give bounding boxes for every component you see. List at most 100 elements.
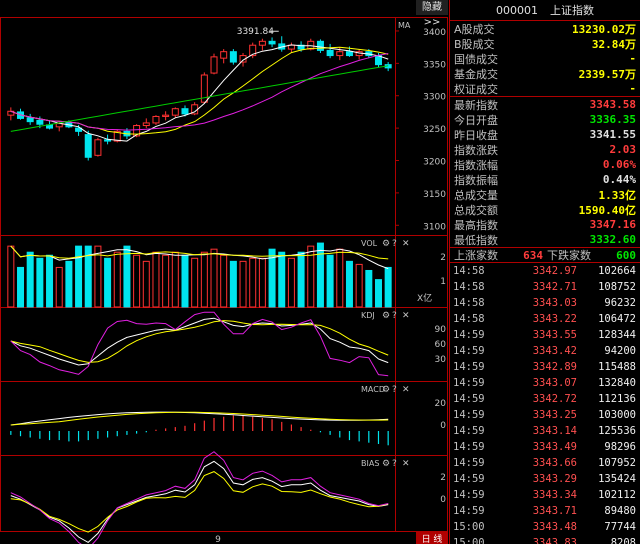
- period-label: 日 线: [422, 533, 443, 544]
- volume-bar: [133, 254, 141, 308]
- tick-time: 14:58: [453, 265, 485, 277]
- macd-y-tick: 20: [435, 399, 447, 409]
- volume-bar: [191, 257, 199, 308]
- tick-price: 3343.03: [532, 297, 577, 309]
- stock-name: 上证指数: [550, 4, 594, 17]
- index-row: 今日开盘 3336.35: [450, 112, 640, 127]
- index-row-label: 今日开盘: [454, 113, 498, 127]
- volume-bar: [258, 257, 266, 308]
- candle-up: [210, 56, 218, 74]
- vol-y-tick: 2: [440, 253, 446, 263]
- tick-row[interactable]: 14:59 3343.25 103000: [450, 407, 640, 423]
- index-row: 总成交额 1590.40亿: [450, 202, 640, 217]
- kdj-tool-icon: ?: [392, 311, 397, 321]
- tick-price: 3342.97: [532, 265, 577, 277]
- tick-row[interactable]: 14:59 3343.49 98296: [450, 439, 640, 455]
- vol-unit-label: X亿: [417, 292, 432, 304]
- kdj-d-line: [10, 320, 389, 363]
- kdj-tool-icon: ✕: [402, 311, 410, 321]
- bias-y-tick: 2: [440, 473, 446, 483]
- chart-area[interactable]: MA 3400 3350 3300 3250 3200 3150 3100 3391.84 VOL…: [0, 0, 448, 544]
- tick-row[interactable]: 14:59 3343.71 89480: [450, 503, 640, 519]
- index-row-label: 昨日收盘: [454, 128, 498, 142]
- tick-row[interactable]: 15:00 3343.48 77744: [450, 519, 640, 535]
- volume-bar: [229, 260, 237, 308]
- tick-row[interactable]: 14:58 3342.71 108752: [450, 279, 640, 295]
- ma60-line: [10, 65, 389, 132]
- candle-down: [181, 108, 189, 115]
- x-axis-label: 9: [215, 535, 221, 544]
- tick-price: 3343.29: [532, 473, 577, 485]
- tick-row[interactable]: 14:58 3343.22 106472: [450, 311, 640, 327]
- tick-volume: 108752: [598, 281, 636, 293]
- tick-list[interactable]: 14:58 3342.97 102664 14:58 3342.71 108752 14:5…: [450, 263, 640, 544]
- tick-row[interactable]: 14:58 3342.97 102664: [450, 263, 640, 279]
- tick-row[interactable]: 14:59 3343.66 107952: [450, 455, 640, 471]
- index-row-value: 2.03: [609, 143, 637, 156]
- tick-row[interactable]: 14:58 3343.03 96232: [450, 295, 640, 311]
- volume-bar: [104, 257, 112, 308]
- index-row: 总成交量 1.33亿: [450, 187, 640, 202]
- tick-time: 14:59: [453, 329, 485, 341]
- volume-bar: [162, 254, 170, 308]
- tick-price: 3343.25: [532, 409, 577, 421]
- tick-time: 14:59: [453, 473, 485, 485]
- macd-tool-icon: ⚙: [382, 385, 390, 395]
- bias-indicator-label: BIAS: [361, 459, 379, 468]
- index-row-value: 3347.16: [589, 218, 636, 231]
- vol-indicator-label: VOL: [361, 239, 378, 248]
- candle-down: [84, 134, 92, 158]
- stat-row-label: 基金成交: [454, 67, 498, 81]
- bias-tool-icon: ⚙: [382, 459, 390, 469]
- candle-down: [316, 40, 324, 51]
- candle-up: [220, 51, 228, 59]
- index-row: 最新指数 3343.58: [450, 97, 640, 112]
- index-row-value: 0.44%: [602, 173, 636, 186]
- tick-price: 3343.22: [532, 313, 577, 325]
- index-row-label: 指数涨幅: [454, 158, 498, 172]
- tick-row[interactable]: 14:59 3343.07 132840: [450, 375, 640, 391]
- tick-price: 3343.48: [532, 521, 577, 533]
- tick-volume: 106472: [598, 313, 636, 325]
- tick-row[interactable]: 14:59 3343.29 135424: [450, 471, 640, 487]
- stat-row-value: 2339.57万: [578, 67, 636, 81]
- tick-row[interactable]: 14:59 3343.55 128344: [450, 327, 640, 343]
- tick-row[interactable]: 14:59 3342.89 115488: [450, 359, 640, 375]
- tick-volume: 94200: [604, 345, 636, 357]
- kdj-y-tick: 60: [435, 340, 447, 350]
- candle-up: [258, 40, 266, 46]
- macd-tool-icon: ?: [392, 385, 397, 395]
- price-tick-label: 3100: [423, 222, 446, 232]
- bias-line-2: [10, 471, 389, 533]
- advance-decline-row: 上涨家数 634 下跌家数 600: [450, 247, 640, 263]
- tick-volume: 115488: [598, 361, 636, 373]
- candle-up: [142, 122, 150, 127]
- tick-price: 3343.71: [532, 505, 577, 517]
- candle-down: [268, 40, 276, 45]
- index-row: 指数涨跌 2.03: [450, 142, 640, 157]
- volume-bar: [316, 242, 324, 308]
- tick-price: 3343.55: [532, 329, 577, 341]
- tick-row[interactable]: 14:59 3343.42 94200: [450, 343, 640, 359]
- price-tick-label: 3150: [423, 190, 446, 200]
- ma-label: MA: [398, 21, 411, 30]
- tick-row[interactable]: 14:59 3343.14 125536: [450, 423, 640, 439]
- kline-chart[interactable]: MA34003350330032503200315031003391.84VOL…: [0, 0, 448, 544]
- index-row-label: 总成交量: [454, 188, 498, 202]
- tick-row[interactable]: 14:59 3342.72 112136: [450, 391, 640, 407]
- index-row-label: 最低指数: [454, 233, 498, 247]
- volume-bar: [200, 251, 208, 308]
- tick-price: 3343.34: [532, 489, 577, 501]
- tick-time: 14:59: [453, 345, 485, 357]
- tick-row[interactable]: 14:59 3343.34 102112: [450, 487, 640, 503]
- bias-tool-icon: ✕: [402, 459, 410, 469]
- stat-row: 国债成交 -: [450, 51, 640, 66]
- bias-y-tick: 0: [440, 495, 446, 505]
- candle-down: [36, 119, 44, 125]
- tick-row[interactable]: 15:00 3343.83 8208: [450, 535, 640, 544]
- kdj-y-tick: 90: [435, 325, 447, 335]
- tick-volume: 112136: [598, 393, 636, 405]
- hide-panel-button[interactable]: 隐藏>>: [416, 0, 448, 28]
- tick-time: 14:58: [453, 297, 485, 309]
- index-row-label: 最高指数: [454, 218, 498, 232]
